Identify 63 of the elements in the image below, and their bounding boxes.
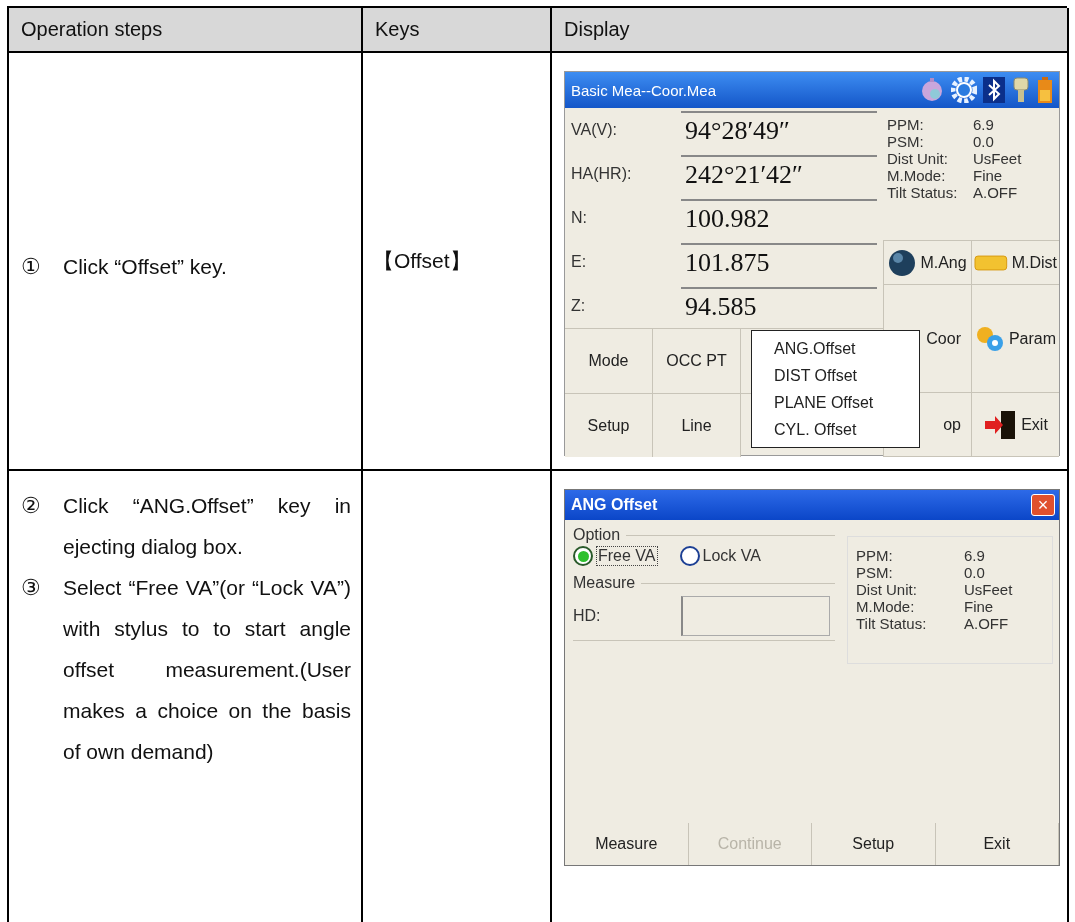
exit-door-icon (983, 409, 1018, 440)
status-value: A.OFF (964, 615, 1009, 632)
step-text: Select “Free VA”(or “Lock VA”) with stylus to to start angle offset measurement.(User makes a choice on the basis of own demand) (63, 575, 351, 765)
function-button[interactable]: Param (971, 285, 1059, 393)
status-value: Fine (964, 598, 994, 615)
key-label: 【Offset】 (373, 248, 471, 274)
status-value: UsFeet (964, 581, 1013, 598)
value-field: 242°21′42″ (681, 155, 877, 193)
window-title: ANG Offset (571, 496, 658, 514)
status-value: 6.9 (964, 547, 985, 564)
value-field: 101.875 (681, 243, 877, 281)
step-number: ① (21, 252, 42, 281)
input-field[interactable] (681, 596, 830, 636)
group-label: Measure (573, 574, 636, 592)
radio-option[interactable]: Lock VA (679, 546, 761, 566)
gears-icon (974, 324, 1005, 353)
value-field: 94°28′49″ (681, 111, 877, 149)
status-label: Tilt Status: (856, 615, 928, 632)
status-value: 6.9 (973, 116, 994, 133)
step-text: Click “Offset” key. (63, 253, 228, 280)
field-label: E: (570, 253, 588, 271)
toolbar-button[interactable]: Line (653, 394, 741, 457)
status-value: Fine (973, 167, 1003, 184)
close-button[interactable]: × (1031, 494, 1055, 516)
field-label: Z: (570, 297, 587, 315)
value-field: 100.982 (681, 199, 877, 237)
column-header: Keys (363, 8, 552, 53)
column-header: Operation steps (9, 8, 363, 53)
sphere-icon (888, 248, 917, 277)
bar-icon (974, 253, 1008, 272)
value-field: 94.585 (681, 287, 877, 325)
function-button[interactable]: M.Ang (883, 241, 971, 285)
status-label: Tilt Status: (887, 184, 959, 201)
field-label: N: (570, 209, 588, 227)
field-label: HD: (573, 607, 602, 625)
plug-icon[interactable] (1011, 76, 1031, 104)
column-header: Display (552, 8, 1069, 53)
status-label: Dist Unit: (856, 581, 918, 598)
step-number: ③ (21, 574, 42, 602)
stopwatch-icon[interactable] (919, 77, 945, 103)
status-label: Dist Unit: (887, 150, 949, 167)
step-text: Click “ANG.Offset” key in ejecting dialog box. (63, 493, 351, 560)
status-value: UsFeet (973, 150, 1022, 167)
status-label: PPM: (887, 116, 925, 133)
status-label: M.Mode: (887, 167, 947, 184)
field-label: HA(HR): (570, 165, 633, 183)
status-value: 0.0 (964, 564, 985, 581)
status-value: A.OFF (973, 184, 1018, 201)
gear-icon[interactable] (951, 77, 977, 103)
status-label: PSM: (887, 133, 925, 150)
group-label: Option (573, 526, 621, 544)
step-number: ② (21, 492, 42, 520)
battery-icon[interactable] (1037, 76, 1053, 104)
status-label: PPM: (856, 547, 894, 564)
bluetooth-icon[interactable] (983, 77, 1005, 103)
status-value: 0.0 (973, 133, 994, 150)
field-label: VA(V): (570, 121, 618, 139)
window-title: Basic Mea--Coor.Mea (571, 81, 717, 99)
function-button[interactable]: M.Dist (971, 241, 1059, 285)
function-button[interactable]: Exit (971, 393, 1059, 457)
toolbar-button[interactable]: Setup (565, 394, 653, 457)
status-label: M.Mode: (856, 598, 916, 615)
status-label: PSM: (856, 564, 894, 581)
